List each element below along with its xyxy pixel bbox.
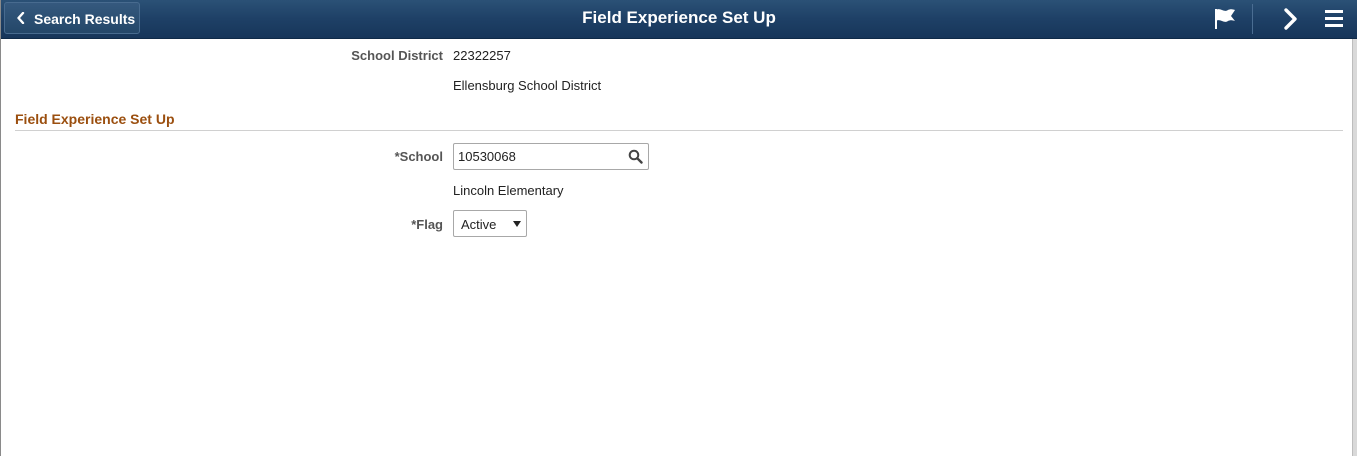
back-button-label: Search Results bbox=[34, 11, 136, 27]
vertical-scrollbar[interactable] bbox=[1352, 39, 1357, 456]
search-icon[interactable] bbox=[628, 149, 643, 164]
flag-select-value: Active bbox=[461, 217, 497, 232]
page-frame: Search Results Field Experience Set Up S… bbox=[0, 0, 1357, 456]
flag-select[interactable]: Active bbox=[453, 210, 527, 237]
chevron-right-icon[interactable] bbox=[1278, 6, 1306, 32]
school-input[interactable] bbox=[456, 146, 624, 167]
school-description: Lincoln Elementary bbox=[453, 183, 564, 198]
page-title: Field Experience Set Up bbox=[582, 8, 776, 27]
school-label: *School bbox=[394, 149, 443, 164]
header-banner: Search Results Field Experience Set Up bbox=[1, 0, 1357, 39]
school-district-label: School District bbox=[351, 48, 443, 63]
header-separator bbox=[1252, 4, 1253, 34]
menu-icon[interactable] bbox=[1321, 6, 1349, 32]
dropdown-arrow-icon bbox=[513, 221, 521, 227]
section-title: Field Experience Set Up bbox=[15, 111, 175, 127]
section-divider bbox=[15, 130, 1343, 131]
chevron-left-icon bbox=[17, 12, 25, 24]
flag-label: *Flag bbox=[411, 217, 443, 232]
flag-icon[interactable] bbox=[1211, 6, 1239, 32]
school-field bbox=[453, 143, 649, 170]
school-district-value: 22322257 bbox=[453, 48, 511, 63]
back-to-search-results-button[interactable]: Search Results bbox=[4, 2, 140, 34]
school-district-description: Ellensburg School District bbox=[453, 78, 602, 93]
